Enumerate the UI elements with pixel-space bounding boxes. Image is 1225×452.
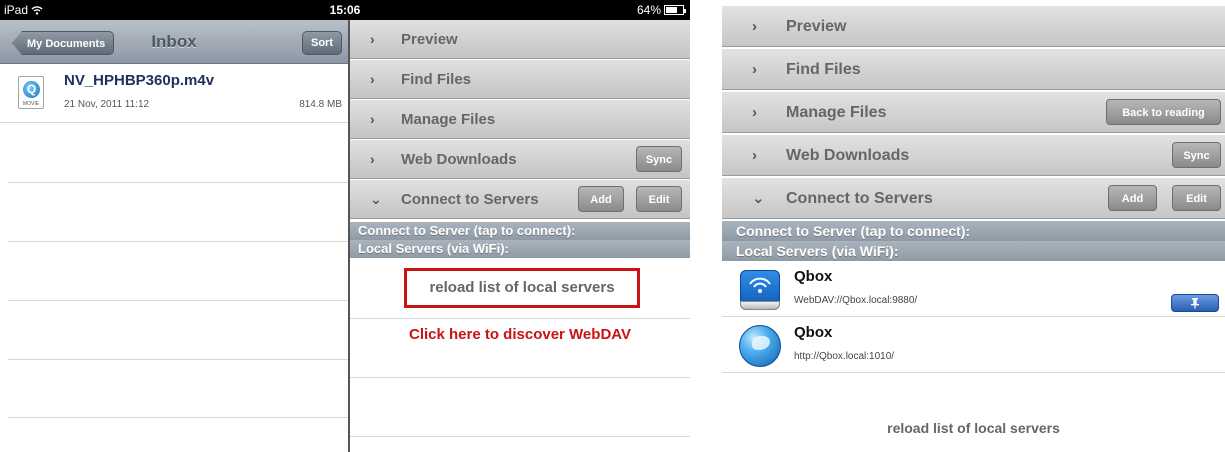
local-servers-header: Local Servers (via WiFi): xyxy=(722,241,1225,261)
row-preview[interactable]: › Preview xyxy=(350,20,690,59)
row-label: Manage Files xyxy=(401,111,496,128)
edit-button[interactable]: Edit xyxy=(636,186,682,212)
chevron-right-icon: › xyxy=(752,18,757,35)
actions-panel: › Preview › Find Files › Manage Files › … xyxy=(350,20,690,452)
row-label: Preview xyxy=(786,18,847,35)
row-web-downloads[interactable]: › Web Downloads Sync xyxy=(722,135,1225,176)
row-find-files[interactable]: › Find Files xyxy=(350,60,690,99)
right-screenshot: › Preview › Find Files › Manage Files Ba… xyxy=(722,6,1225,452)
connect-section-header: Connect to Server (tap to connect): xyxy=(722,221,1225,241)
wifi-drive-icon xyxy=(740,270,780,310)
status-bar: iPad 15:06 64% xyxy=(0,0,690,20)
battery-indicator: 64% xyxy=(637,0,686,20)
row-connect-to-servers[interactable]: ⌄ Connect to Servers Add Edit xyxy=(722,178,1225,219)
row-connect-to-servers[interactable]: ⌄ Connect to Servers Add Edit xyxy=(350,180,690,219)
server-address: http://Qbox.local:1010/ xyxy=(794,351,895,362)
reload-local-servers-button[interactable]: reload list of local servers xyxy=(404,268,640,308)
row-label: Find Files xyxy=(401,71,472,88)
row-manage-files[interactable]: › Manage Files xyxy=(350,100,690,139)
server-row[interactable]: Qbox WebDAV://Qbox.local:9880/ xyxy=(722,262,1225,317)
server-row[interactable]: Qbox http://Qbox.local:1010/ xyxy=(722,318,1225,373)
connect-section-header: Connect to Server (tap to connect): xyxy=(350,222,690,240)
row-label: Web Downloads xyxy=(786,147,910,164)
chevron-down-icon: ⌄ xyxy=(370,191,382,207)
add-button[interactable]: Add xyxy=(578,186,624,212)
add-button[interactable]: Add xyxy=(1108,185,1157,211)
chevron-right-icon: › xyxy=(370,31,375,47)
list-separator xyxy=(350,436,690,437)
left-screenshot: iPad 15:06 64% My Documents Inbox Sort Q… xyxy=(0,0,690,452)
chevron-right-icon: › xyxy=(370,71,375,87)
reload-label: reload list of local servers xyxy=(429,279,615,296)
file-row[interactable]: Q MOVIE NV_HPHBP360p.m4v 21 Nov, 2011 11… xyxy=(0,64,348,123)
chevron-down-icon: ⌄ xyxy=(752,190,765,207)
navbar: My Documents Inbox Sort xyxy=(0,20,348,64)
status-time: 15:06 xyxy=(329,3,361,17)
file-list: Q MOVIE NV_HPHBP360p.m4v 21 Nov, 2011 11… xyxy=(0,64,348,452)
row-label: Find Files xyxy=(786,61,861,78)
sync-button[interactable]: Sync xyxy=(1172,142,1221,168)
row-label: Connect to Servers xyxy=(786,190,933,207)
discover-annotation: Click here to discover WebDAV xyxy=(408,326,631,343)
row-manage-files[interactable]: › Manage Files Back to reading xyxy=(722,92,1225,133)
server-name: Qbox xyxy=(794,324,833,341)
reload-local-servers-button[interactable]: reload list of local servers xyxy=(722,420,1225,436)
chevron-right-icon: › xyxy=(752,61,757,78)
chevron-right-icon: › xyxy=(370,111,375,127)
edit-button[interactable]: Edit xyxy=(1172,185,1221,211)
chevron-right-icon: › xyxy=(370,151,375,167)
list-separator xyxy=(350,318,690,319)
pin-icon[interactable] xyxy=(1171,294,1219,312)
quicktime-movie-icon: Q MOVIE xyxy=(18,76,44,109)
list-separator xyxy=(350,377,690,378)
file-size: 814.8 MB xyxy=(299,99,342,110)
row-find-files[interactable]: › Find Files xyxy=(722,49,1225,90)
server-address: WebDAV://Qbox.local:9880/ xyxy=(794,295,918,306)
row-preview[interactable]: › Preview xyxy=(722,6,1225,47)
sort-button[interactable]: Sort xyxy=(302,31,342,55)
list-separator xyxy=(8,241,348,242)
local-servers-header: Local Servers (via WiFi): xyxy=(350,240,690,258)
server-name: Qbox xyxy=(794,268,833,285)
row-label: Connect to Servers xyxy=(401,191,539,208)
list-separator xyxy=(8,417,348,418)
row-label: Web Downloads xyxy=(401,151,517,168)
battery-icon xyxy=(664,5,686,15)
row-web-downloads[interactable]: › Web Downloads Sync xyxy=(350,140,690,179)
list-separator xyxy=(8,359,348,360)
file-name: NV_HPHBP360p.m4v xyxy=(64,72,215,89)
sync-button[interactable]: Sync xyxy=(636,146,682,172)
file-date: 21 Nov, 2011 11:12 xyxy=(64,99,150,110)
row-label: Preview xyxy=(401,31,458,48)
page-title: Inbox xyxy=(151,32,197,51)
list-separator xyxy=(8,300,348,301)
chevron-right-icon: › xyxy=(752,147,757,164)
globe-icon xyxy=(739,325,781,367)
chevron-right-icon: › xyxy=(752,104,757,121)
row-label: Manage Files xyxy=(786,104,887,121)
back-to-reading-button[interactable]: Back to reading xyxy=(1106,99,1221,125)
list-separator xyxy=(8,182,348,183)
